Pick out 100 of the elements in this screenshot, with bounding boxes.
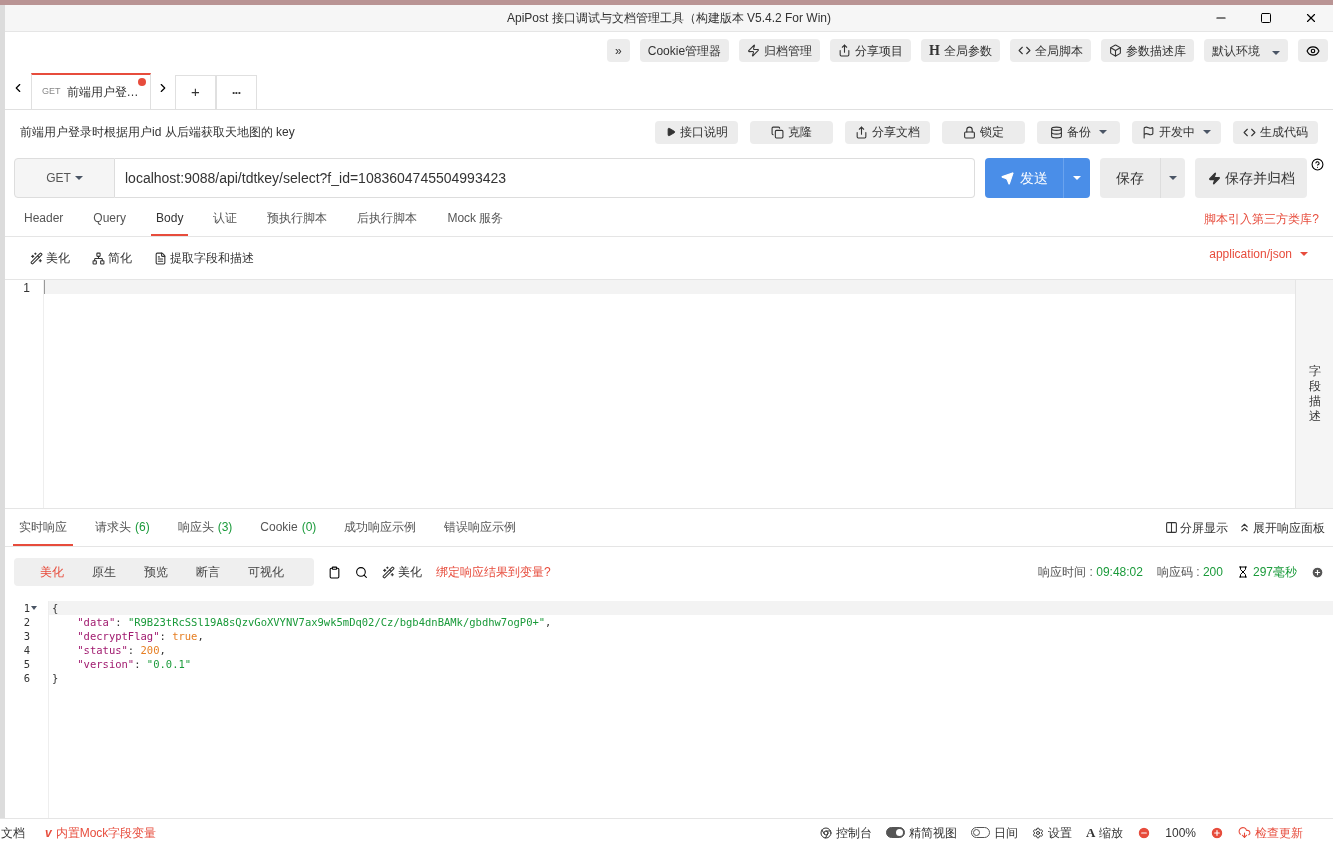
toolbar-button[interactable]: 默认环境 (1204, 39, 1288, 62)
play-icon (665, 127, 676, 137)
doc-action-button[interactable]: 接口说明 (655, 120, 738, 144)
response-tab[interactable]: 实时响应 (13, 509, 73, 546)
window-title: ApiPost 接口调试与文档管理工具（构建版本 V5.4.2 For Win) (506, 10, 831, 27)
view-mode-tab[interactable]: 可视化 (236, 563, 296, 581)
response-tab[interactable]: 响应头 (3) (171, 509, 239, 546)
zoom-out-icon[interactable] (1137, 825, 1152, 840)
zoom-button[interactable]: A 缩放 (1085, 822, 1124, 843)
body-tool-button[interactable]: 美化 (30, 249, 70, 267)
request-section-tab[interactable]: 认证 (208, 202, 243, 236)
doc-action-button[interactable]: 分享文档 (845, 120, 930, 144)
body-tool-button[interactable]: 提取字段和描述 (154, 249, 254, 267)
caret-icon (1099, 130, 1107, 134)
toolbar-button[interactable]: 分享项目 (830, 39, 912, 62)
code-line: "version": "0.0.1" (76, 658, 192, 670)
h-icon: H (929, 40, 940, 61)
bolt-icon (747, 44, 761, 57)
response-action-button[interactable]: 分屏显示 (1165, 509, 1228, 546)
bind-variable-link[interactable]: 绑定响应结果到变量? (436, 563, 551, 581)
database-icon (1050, 125, 1063, 139)
body-tool-button[interactable]: 简化 (92, 249, 132, 267)
toolbar-button[interactable]: 全局脚本 (1010, 39, 1091, 62)
toggle-switch[interactable]: 日间 (970, 823, 1018, 842)
save-archive-button[interactable]: 保存并归档 (1195, 158, 1307, 198)
copy-icon[interactable] (328, 565, 341, 579)
wand-icon (30, 251, 43, 265)
search-icon[interactable] (355, 565, 368, 579)
toolbar-button[interactable]: H 全局参数 (921, 39, 1000, 62)
request-tab[interactable]: GET 前端用户登… (31, 73, 151, 109)
file-icon (154, 251, 167, 265)
status-text: 100% (1165, 824, 1196, 842)
help-icon[interactable] (1311, 158, 1324, 171)
content-type-select[interactable]: application/json (1209, 245, 1308, 263)
zoom-in-icon[interactable] (1210, 825, 1224, 840)
view-mode-tab[interactable]: 断言 (184, 563, 232, 581)
line-number: 1 (23, 281, 30, 295)
response-tab[interactable]: 成功响应示例 (338, 509, 423, 546)
response-tab[interactable]: 请求头 (6) (89, 509, 156, 546)
response-tab[interactable]: 错误响应示例 (438, 509, 523, 546)
toolbar-button[interactable]: Cookie管理器 (639, 39, 730, 62)
caret-icon (74, 176, 83, 180)
line-number: 4 (23, 643, 30, 657)
code-line: "decryptFlag": true, (76, 630, 204, 642)
check-update-button[interactable]: 检查更新 (1238, 823, 1303, 842)
request-section-tab[interactable]: Header (19, 202, 69, 236)
doc-action-button[interactable]: 克隆 (750, 120, 833, 144)
view-mode-tab[interactable]: 原生 (80, 563, 128, 581)
caret-icon (1300, 252, 1308, 256)
request-section-tab[interactable]: 后执行脚本 (352, 202, 423, 236)
script-library-link[interactable]: 脚本引入第三方类库? (1204, 210, 1319, 228)
api-description: 前端用户登录时根据用户id 从后端获取天地图的 key (20, 124, 296, 141)
line-number: 6 (23, 671, 30, 685)
doc-action-button[interactable]: 备份 (1037, 120, 1120, 144)
settings-icon (1031, 826, 1044, 839)
lock-icon (963, 125, 976, 139)
response-action-button[interactable]: 展开响应面板 (1238, 509, 1325, 546)
view-mode-tab[interactable]: 预览 (132, 563, 180, 581)
caret-icon (1203, 130, 1211, 134)
v-icon: v (45, 823, 52, 842)
font-icon: A (1085, 822, 1096, 843)
status-text: 文档 (1, 824, 25, 842)
save-button[interactable]: 保存 (1100, 158, 1160, 198)
caret-icon (1073, 176, 1081, 180)
code-line: } (52, 672, 59, 684)
response-time: 响应时间 : 09:48:02 (1038, 564, 1143, 581)
mock-variables-link[interactable]: v 内置Mock字段变量 (45, 823, 157, 842)
url-input[interactable]: localhost:9088/api/tdtkey/select?f_id=1083604745504993423 (115, 158, 975, 198)
hourglass-icon (1236, 566, 1249, 578)
expand-button[interactable]: » (607, 39, 630, 62)
toolbar-button[interactable]: 归档管理 (739, 39, 821, 62)
doc-action-button[interactable]: 生成代码 (1233, 120, 1318, 144)
code-line: "status": 200, (76, 644, 166, 656)
bolt-icon (1207, 171, 1221, 185)
body-editor[interactable]: 1 (5, 280, 1295, 508)
toolbar-button[interactable]: 参数描述库 (1101, 39, 1194, 62)
response-tab[interactable]: Cookie (0) (254, 509, 323, 546)
toggle-switch[interactable]: 精简视图 (885, 823, 957, 842)
doc-action-button[interactable]: 锁定 (942, 120, 1025, 144)
console-button[interactable]: 控制台 (819, 823, 872, 842)
preview-button[interactable] (1298, 39, 1328, 62)
caret-icon (1272, 50, 1280, 55)
cube-icon (1109, 44, 1122, 57)
response-code: 响应码 : 200 (1156, 564, 1223, 581)
doc-action-button[interactable]: 开发中 (1132, 120, 1221, 144)
fold-icon[interactable] (31, 606, 37, 610)
request-section-tab[interactable]: Body (151, 202, 189, 236)
send-icon (1000, 171, 1014, 185)
settings-button[interactable]: 设置 (1031, 823, 1072, 842)
request-section-tab[interactable]: Mock 服务 (442, 202, 509, 236)
beautify-button[interactable]: 美化 (382, 563, 422, 581)
request-section-tab[interactable]: Query (88, 202, 132, 236)
request-section-tab[interactable]: 预执行脚本 (262, 202, 333, 236)
field-description-panel[interactable]: 字段描述 (1308, 364, 1321, 424)
flag-icon (1142, 125, 1155, 139)
share-icon (838, 44, 852, 57)
more-tabs-button[interactable]: ••• (216, 75, 257, 109)
method-select[interactable]: GET (14, 158, 115, 198)
new-tab-button[interactable]: + (175, 75, 216, 109)
line-number: 2 (23, 615, 30, 629)
